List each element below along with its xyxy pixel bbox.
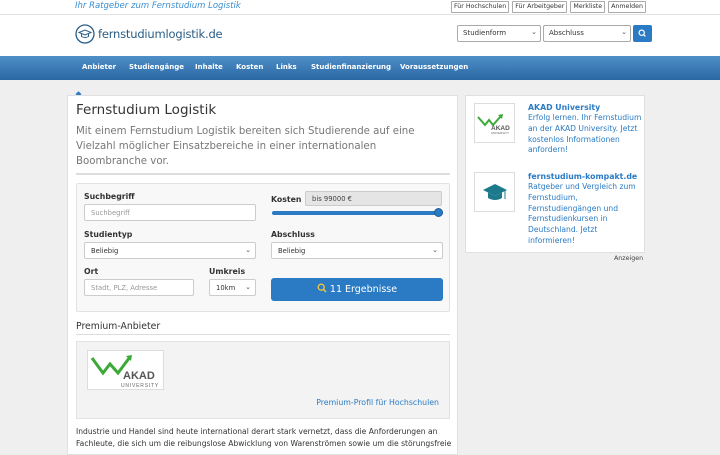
- kosten-label: Kosten: [271, 195, 302, 204]
- suchbegriff-label: Suchbegriff: [84, 192, 135, 201]
- akad-logo-text: AKAD: [123, 370, 155, 382]
- suchbegriff-input[interactable]: Suchbegriff: [84, 204, 256, 221]
- kosten-value: bis 99000 €: [305, 191, 442, 206]
- akad-logo-icon: AKAD UNIVERSITY: [477, 114, 510, 135]
- studientyp-label: Studientyp: [84, 230, 133, 239]
- body-text: Industrie und Handel sind heute internat…: [76, 427, 452, 448]
- kompakt-ad-logo[interactable]: [474, 172, 515, 212]
- lead-text: Mit einem Fernstudium Logistik bereiten …: [76, 126, 415, 167]
- chevron-down-icon: ⌄: [621, 28, 627, 36]
- abschluss-select-value: Abschluss: [549, 29, 584, 37]
- akad-logo[interactable]: AKAD UNIVERSITY: [87, 350, 164, 390]
- main-content: Fernstudium Logistik Mit einem Fernstudi…: [67, 95, 458, 455]
- divider: [76, 173, 450, 175]
- ad-text[interactable]: Ratgeber und Vergleich zum Fernstudium, …: [528, 182, 646, 247]
- abschluss-label: Abschluss: [271, 230, 315, 239]
- nav-kosten[interactable]: Kosten: [236, 63, 263, 71]
- ad-title[interactable]: AKAD University: [528, 103, 600, 112]
- kosten-slider-track[interactable]: [272, 211, 443, 215]
- logo-text: fernstudiumlogistik.de: [98, 27, 223, 41]
- header-search-button[interactable]: [633, 25, 652, 42]
- site-logo[interactable]: fernstudiumlogistik.de: [75, 24, 223, 44]
- ort-input[interactable]: Stadt, PLZ, Adresse: [84, 279, 194, 296]
- akad-logo-subtext: UNIVERSITY: [121, 383, 159, 389]
- sidebar-ads: AKAD UNIVERSITY AKAD University Erfolg l…: [465, 95, 645, 253]
- search-icon: [638, 29, 646, 37]
- chevron-down-icon: ⌄: [531, 28, 537, 36]
- top-bar: Ihr Ratgeber zum Fernstudium Logistik Fü…: [0, 0, 720, 14]
- studienform-select[interactable]: Studienform ⌄: [457, 25, 541, 42]
- nav-voraussetzungen[interactable]: Voraussetzungen: [400, 63, 468, 71]
- premium-anbieter-title: Premium-Anbieter: [76, 321, 161, 332]
- ad-title[interactable]: fernstudium-kompakt.de: [528, 172, 637, 181]
- svg-text:UNIVERSITY: UNIVERSITY: [491, 131, 509, 135]
- graduation-cap-icon: [483, 184, 507, 200]
- divider: [76, 334, 450, 335]
- search-icon: [317, 283, 327, 293]
- ad-text[interactable]: Erfolg lernen. Ihr Fernstudium an der AK…: [528, 113, 646, 156]
- chevron-down-icon: ⌄: [245, 283, 251, 291]
- link-merkliste[interactable]: Merkliste: [570, 1, 606, 13]
- ad-fernstudium-kompakt[interactable]: fernstudium-kompakt.de Ratgeber und Verg…: [474, 172, 644, 247]
- umkreis-select-value: 10km: [216, 284, 236, 292]
- nav-anbieter[interactable]: Anbieter: [82, 63, 116, 71]
- main-nav: Anbieter Studiengänge Inhalte Kosten Lin…: [0, 56, 720, 80]
- graduation-cap-logo-icon: [75, 24, 95, 44]
- link-fuer-hochschulen[interactable]: Für Hochschulen: [450, 1, 510, 13]
- nav-inhalte[interactable]: Inhalte: [195, 63, 223, 71]
- studientyp-select-value: Beliebig: [91, 247, 119, 255]
- umkreis-select[interactable]: 10km ⌄: [209, 279, 256, 296]
- ad-akad-university[interactable]: AKAD UNIVERSITY AKAD University Erfolg l…: [474, 103, 644, 163]
- abschluss-select[interactable]: Abschluss ⌄: [543, 25, 631, 42]
- akad-logo-mark-icon: AKAD UNIVERSITY: [90, 355, 159, 389]
- search-form: Suchbegriff Suchbegriff Kosten bis 99000…: [76, 183, 450, 312]
- umkreis-label: Umkreis: [209, 267, 246, 276]
- tagline: Ihr Ratgeber zum Fernstudium Logistik: [75, 1, 241, 11]
- page-title: Fernstudium Logistik: [76, 102, 217, 118]
- premium-anbieter-box: AKAD UNIVERSITY Premium-Profil für Hochs…: [76, 341, 450, 419]
- results-button-label: 11 Ergebnisse: [329, 284, 398, 295]
- kosten-slider-handle[interactable]: [434, 208, 443, 217]
- nav-studienfinanzierung[interactable]: Studienfinanzierung: [311, 63, 391, 71]
- nav-studiengaenge[interactable]: Studiengänge: [129, 63, 184, 71]
- studienform-select-value: Studienform: [463, 29, 507, 37]
- nav-links[interactable]: Links: [276, 63, 297, 71]
- abschluss-form-select[interactable]: Beliebig ⌄: [271, 242, 443, 259]
- ort-label: Ort: [84, 267, 99, 276]
- premium-profil-link[interactable]: Premium-Profil für Hochschulen: [316, 398, 439, 407]
- studientyp-select[interactable]: Beliebig ⌄: [84, 242, 256, 259]
- chevron-down-icon: ⌄: [432, 246, 438, 254]
- link-anmelden[interactable]: Anmelden: [608, 1, 646, 13]
- akad-ad-logo[interactable]: AKAD UNIVERSITY: [474, 103, 515, 143]
- abschluss-form-select-value: Beliebig: [278, 247, 306, 255]
- chevron-down-icon: ⌄: [245, 246, 251, 254]
- top-links: Für Hochschulen Für Arbeitgeber Merklist…: [450, 1, 646, 13]
- results-button[interactable]: 11 Ergebnisse: [271, 278, 443, 301]
- anzeigen-label: Anzeigen: [614, 255, 644, 262]
- site-header: fernstudiumlogistik.de Studienform ⌄ Abs…: [0, 14, 720, 56]
- link-fuer-arbeitgeber[interactable]: Für Arbeitgeber: [512, 1, 568, 13]
